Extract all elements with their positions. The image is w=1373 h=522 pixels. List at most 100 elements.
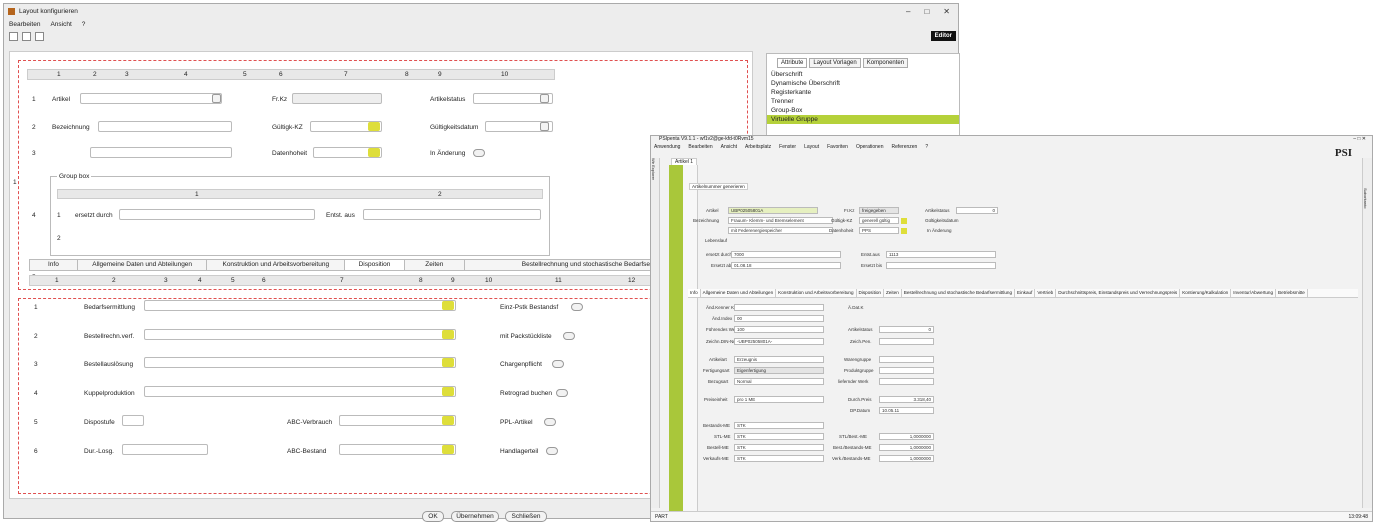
bedarfsermittlung-button[interactable] [442, 301, 454, 310]
doc-icon[interactable] [35, 32, 44, 41]
f-verkaufsme-input[interactable]: STK [734, 455, 824, 462]
menu-fenster[interactable]: Fenster [779, 144, 796, 150]
menu-help-2[interactable]: ? [925, 144, 928, 150]
calendar-icon[interactable] [540, 122, 549, 131]
tab2-vertrieb[interactable]: Vertrieb [1035, 289, 1057, 297]
abcverbrauch-input[interactable] [339, 415, 456, 426]
tab-disposition[interactable]: Disposition [345, 260, 405, 270]
gueltigkz-button[interactable] [368, 122, 380, 131]
tab2-disposition[interactable]: Disposition [857, 289, 884, 297]
menu-ansicht[interactable]: Ansicht [50, 21, 71, 28]
menu-bearbeiten[interactable]: Bearbeiten [9, 21, 40, 28]
tab2-kontierung[interactable]: Kontierung/Kalkulation [1180, 289, 1232, 297]
f-bestandsme-input[interactable]: STK [734, 422, 824, 429]
artikel-search-icon[interactable] [212, 94, 221, 103]
tab-allgemein[interactable]: Allgemeine Daten und Abteilungen [78, 260, 208, 270]
kuppel-button[interactable] [442, 387, 454, 396]
page-icon[interactable] [22, 32, 31, 41]
window-controls-2[interactable]: – □ ✕ [1353, 136, 1366, 142]
g-stlbest-input[interactable]: 1,0000000 [879, 433, 934, 440]
f-fertigung-input[interactable]: Eigenfertigung [734, 367, 824, 374]
f-aendkenner-input[interactable] [734, 304, 824, 311]
tab-konstruktion[interactable]: Konstruktion und Arbeitsvorbereitung [207, 260, 346, 270]
tab-info[interactable]: Info [30, 260, 78, 270]
ppl-toggle[interactable] [544, 418, 556, 426]
item-group-box[interactable]: Group-Box [767, 106, 959, 115]
abcbestand-input[interactable] [339, 444, 456, 455]
ok-button[interactable]: OK [422, 511, 444, 522]
item-virtuelle-gruppe[interactable]: Virtuelle Gruppe [767, 115, 959, 124]
bedarfsermittlung-input[interactable] [144, 300, 456, 311]
abcbestand-button[interactable] [442, 445, 454, 454]
menu-bearbeiten-2[interactable]: Bearbeiten [688, 144, 712, 150]
g-bestbestands-input[interactable]: 1,0000000 [879, 444, 934, 451]
tab2-betriebsmittel[interactable]: Betriebsmitte [1276, 289, 1308, 297]
ersetztbis-input[interactable] [886, 262, 996, 269]
tab-attribute[interactable]: Attribute [777, 58, 808, 68]
gueltigkz-input-2[interactable]: generell gültig [859, 217, 899, 224]
close-button[interactable]: Schließen [505, 511, 547, 522]
bestellrechn-button[interactable] [442, 330, 454, 339]
packstueck-toggle[interactable] [563, 332, 575, 340]
g-lieferwerk-input[interactable] [879, 378, 934, 385]
item-trenner[interactable]: Trenner [767, 97, 959, 106]
tab-zeiten[interactable]: Zeiten [405, 260, 465, 270]
tab-komponenten[interactable]: Komponenten [862, 58, 909, 68]
chargen-toggle[interactable] [552, 360, 564, 368]
bestellausloesung-button[interactable] [442, 358, 454, 367]
handlager-toggle[interactable] [546, 447, 558, 455]
menu-ansicht-2[interactable]: Ansicht [721, 144, 737, 150]
g-verkbestands-input[interactable]: 1,0000000 [879, 455, 934, 462]
row3-input[interactable] [90, 147, 232, 158]
g-artikelstatus-input[interactable]: 0 [879, 326, 934, 333]
durlosg-input[interactable] [122, 444, 208, 455]
tab2-bestellrechnung[interactable]: Bestellrechnung und stochastische Bedarf… [902, 289, 1016, 297]
minimize-icon[interactable]: – [906, 7, 910, 16]
menu-anwendung[interactable]: Anwendung [654, 144, 680, 150]
menu-layout[interactable]: Layout [804, 144, 819, 150]
tab2-zeiten[interactable]: Zeiten [884, 289, 902, 297]
g-produktgruppe-input[interactable] [879, 367, 934, 374]
f-bestellme-input[interactable]: STK [734, 444, 824, 451]
dispostufe-input[interactable] [122, 415, 144, 426]
bestellrechn-input[interactable] [144, 329, 456, 340]
explorer-label[interactable]: Wir Explorer [651, 158, 656, 180]
entst-input-2[interactable]: 1113 [886, 251, 996, 258]
tab2-durchschnittspreis[interactable]: Durchschnittspreis, Einstandspreis und V… [1056, 289, 1181, 297]
bezeichnung-input-2[interactable]: Frauum- Klemm- und Bremselement [728, 217, 833, 224]
maximize-icon[interactable]: □ [924, 7, 929, 16]
artikelstatus-icon[interactable] [540, 94, 549, 103]
g-zeichpen-input[interactable] [879, 338, 934, 345]
tab2-inventur[interactable]: Inventur/Abwertung [1231, 289, 1277, 297]
tab2-info[interactable]: Info [688, 289, 701, 297]
item-dyn-ueberschrift[interactable]: Dynamische Überschrift [767, 79, 959, 88]
retrograd-toggle[interactable] [556, 389, 568, 397]
f-zeichn-input[interactable]: -UBP02505801A- [734, 338, 824, 345]
g-warengruppe-input[interactable] [879, 356, 934, 363]
ersetzt-input[interactable] [119, 209, 315, 220]
f-stlme-input[interactable]: STK [734, 433, 824, 440]
menu-help[interactable]: ? [82, 21, 86, 28]
f-preiseinheit-input[interactable]: pro 1 ME [734, 396, 824, 403]
item-registerkante[interactable]: Registerkante [767, 88, 959, 97]
entst-input[interactable] [363, 209, 541, 220]
abcverbrauch-button[interactable] [442, 416, 454, 425]
f-aendindex-input[interactable]: 00 [734, 315, 824, 322]
inaenderung-toggle[interactable] [473, 149, 485, 157]
bestellausloesung-input[interactable] [144, 357, 456, 368]
subsystem-label[interactable]: Suborkanto [1363, 188, 1368, 208]
open-icon[interactable] [9, 32, 18, 41]
g-dpdatum-input[interactable]: 10.05.11 [879, 407, 934, 414]
green-nav[interactable] [669, 165, 683, 513]
generate-number[interactable]: Artikelnummer generieren [689, 183, 748, 190]
g-durchpreis-input[interactable]: 3.318,40 [879, 396, 934, 403]
ersetztab-input[interactable]: 01.08.18 [731, 262, 841, 269]
einzpstk-toggle[interactable] [571, 303, 583, 311]
close-icon[interactable]: ✕ [943, 7, 950, 16]
menu-operationen[interactable]: Operationen [856, 144, 884, 150]
bezeichnung2-input[interactable]: mit Federenergiespeicher [728, 227, 833, 234]
f-artikelart-input[interactable]: Erzeugnis [734, 356, 824, 363]
tab2-allgemein[interactable]: Allgemeine Daten und Abteilungen [701, 289, 777, 297]
frkz-input[interactable] [292, 93, 382, 104]
artikel-input[interactable] [80, 93, 222, 104]
